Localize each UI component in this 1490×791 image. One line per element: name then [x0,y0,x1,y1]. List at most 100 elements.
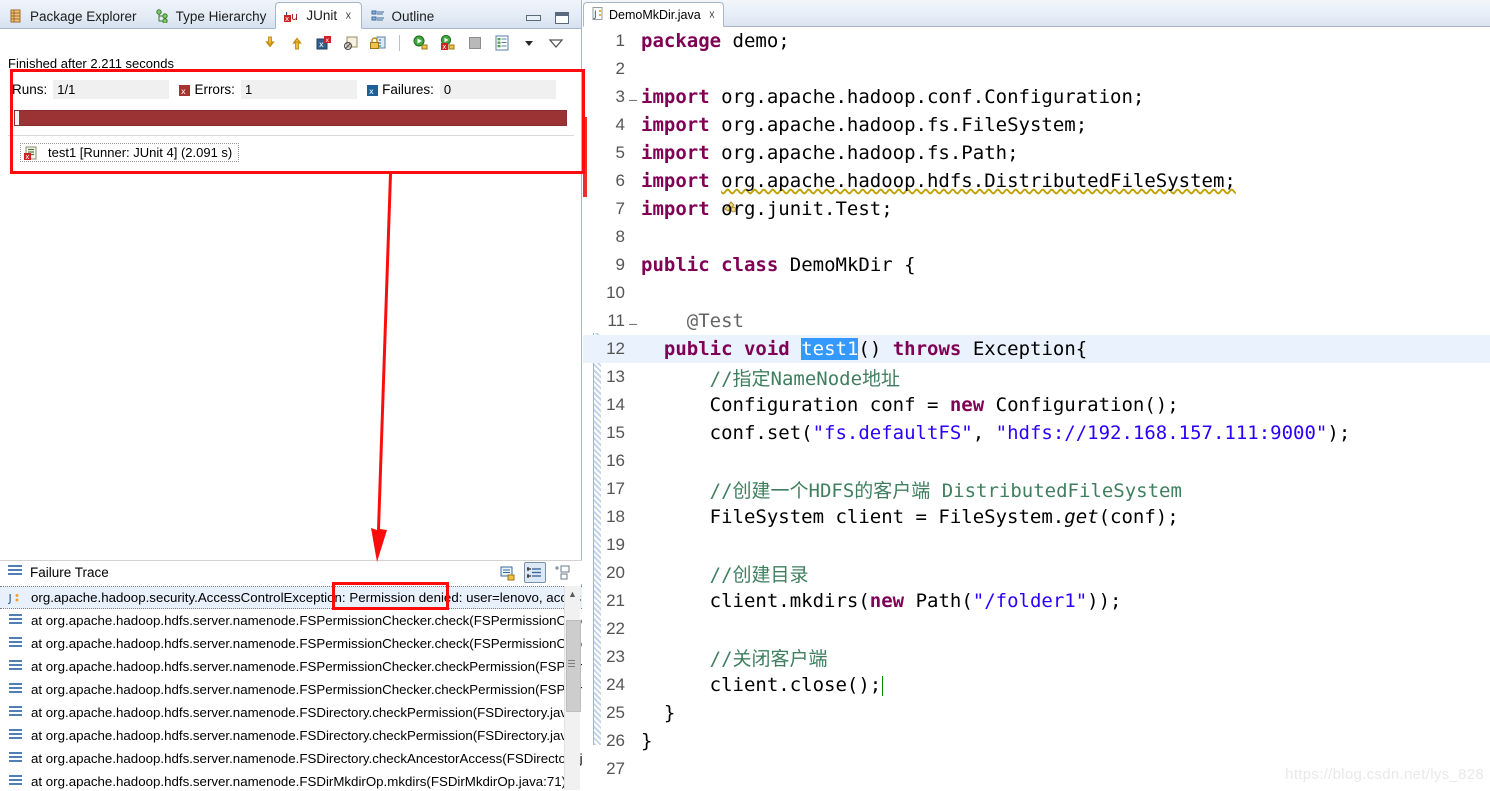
trace-row[interactable]: at org.apache.hadoop.hdfs.server.namenod… [0,609,582,632]
code-line[interactable]: 4 import org.apache.hadoop.fs.FileSystem; [583,111,1490,139]
code-line[interactable]: 3 ⚊ import org.apache.hadoop.conf.Configur… [583,83,1490,111]
svg-text:x: x [326,37,330,44]
test-tree-item-label: test1 [Runner: JUnit 4] (2.091 s) [48,145,233,160]
close-icon[interactable]: ☓ [345,9,351,23]
stack-frame-icon [8,659,24,675]
test-tree-item[interactable]: x test1 [Runner: JUnit 4] (2.091 s) [20,143,240,162]
view-tab-type-hierarchy[interactable]: Type Hierarchy [146,4,276,28]
trace-row[interactable]: at org.apache.hadoop.hdfs.server.namenod… [0,724,582,747]
code-line[interactable]: 8 [583,223,1490,251]
code-line[interactable]: 9 public class DemoMkDir { [583,251,1490,279]
test-run-history-icon[interactable] [493,34,511,52]
view-tab-package-explorer[interactable]: Package Explorer [0,4,146,28]
ignored-tests-icon[interactable] [342,34,360,52]
failure-trace-tools [498,562,582,583]
code-line[interactable]: 26} [583,727,1490,755]
rerun-failed-tests-icon[interactable]: x [439,34,457,52]
rerun-tests-icon[interactable] [412,34,430,52]
scroll-up-icon[interactable]: ▲ [565,586,580,601]
stack-frame-icon [8,613,24,629]
code-line[interactable]: 2 [583,55,1490,83]
selected-token[interactable]: test1 [801,338,859,360]
trace-row[interactable]: at org.apache.hadoop.hdfs.server.namenod… [0,632,582,655]
toolbar-separator [399,35,400,51]
code-line[interactable]: 11 ⚊ @Test [583,307,1490,335]
code-line[interactable]: 6 import org.apache.hadoop.hdfs.Distribut… [583,167,1490,213]
trace-row[interactable]: at org.apache.hadoop.hdfs.server.namenod… [0,678,582,701]
junit-icon: J u x [283,7,301,25]
junit-view-pane: Package Explorer Type Hierarchy J [0,0,582,790]
filter-stack-trace-icon[interactable] [524,562,546,583]
code-line[interactable]: 23 //关闭客户端 [583,643,1490,671]
trace-row-text: at org.apache.hadoop.hdfs.server.namenod… [31,728,579,743]
scrollbar-thumb[interactable] [566,620,581,712]
trace-row[interactable]: at org.apache.hadoop.hdfs.server.namenod… [0,747,582,770]
trace-row[interactable]: at org.apache.hadoop.hdfs.server.namenod… [0,701,582,724]
failure-trace-list[interactable]: J org.apache.hadoop.security.AccessContr… [0,586,582,790]
code-line[interactable]: 10 [583,279,1490,307]
trace-row-text: at org.apache.hadoop.hdfs.server.namenod… [31,774,567,789]
next-failure-icon[interactable] [261,34,279,52]
svg-text:x: x [369,87,374,96]
show-failures-only-icon[interactable]: x x [315,34,333,52]
code-line[interactable]: 15 conf.set("fs.defaultFS", "hdfs://192.… [583,419,1490,447]
scroll-lock-icon[interactable] [369,34,387,52]
junit-toolbar: x x x [0,29,581,57]
stack-frame-icon [8,705,24,721]
minimize-icon[interactable] [526,15,541,21]
view-tab-outline[interactable]: Outline [362,4,444,28]
view-tab-label: Type Hierarchy [175,8,267,24]
code-line[interactable]: 19 [583,531,1490,559]
failures-value: 0 [439,80,557,99]
trace-row-text: at org.apache.hadoop.hdfs.server.namenod… [31,705,579,720]
trace-row-text: at org.apache.hadoop.hdfs.server.namenod… [31,613,582,628]
code-editor[interactable]: 1 package demo; 2 3 ⚊ import org.apache.had… [583,27,1490,791]
code-lines: 1 package demo; 2 3 ⚊ import org.apache.had… [583,27,1490,791]
history-dropdown-icon[interactable] [520,34,538,52]
junit-counters: Runs: 1/1 x Errors: 1 x Failures: 0 [12,80,566,99]
code-line[interactable]: 13 //指定NameNode地址 [583,363,1490,391]
trace-row[interactable]: at org.apache.hadoop.hdfs.server.namenod… [0,655,582,678]
code-line[interactable]: 24 client.close(); [583,671,1490,699]
close-icon[interactable]: ☓ [709,8,715,22]
editor-tab-demomkdir[interactable]: J DemoMkDir.java ☓ [583,2,725,27]
code-line[interactable]: 16 [583,447,1490,475]
code-line[interactable]: 7 import org.junit.Test; [583,195,1490,223]
trace-row[interactable]: at org.apache.hadoop.hdfs.server.namenod… [0,770,582,790]
code-line[interactable]: 21 client.mkdirs(new Path("/folder1")); [583,587,1490,615]
watermark: https://blog.csdn.net/lys_828 [1285,766,1484,783]
compare-results-icon[interactable] [498,563,518,582]
failure-trace-header: Failure Trace [0,560,582,584]
code-line[interactable]: 1 package demo; [583,27,1490,55]
stack-frame-icon [8,636,24,652]
trace-scrollbar[interactable]: ▲ [564,586,581,790]
svg-text:J: J [8,592,12,605]
code-line[interactable]: 18 FileSystem client = FileSystem.get(co… [583,503,1490,531]
view-tab-junit[interactable]: J u x JUnit ☓ [275,2,362,29]
type-hierarchy-icon [153,7,171,25]
test-progress-bar [14,110,567,126]
code-line-highlighted[interactable]: 12 public void test1() throws Exception{ [583,335,1490,363]
maximize-trace-icon[interactable] [552,563,572,582]
svg-text:u: u [291,10,298,23]
test-error-icon: x [24,146,38,161]
code-line[interactable]: 5 import org.apache.hadoop.fs.Path; [583,139,1490,167]
outline-icon [369,7,387,25]
scrollbar-grip [568,660,575,661]
code-line[interactable]: 17 //创建一个HDFS的客户端 DistributedFileSystem [583,475,1490,503]
stop-icon[interactable] [466,34,484,52]
code-line[interactable]: 14 Configuration conf = new Configuratio… [583,391,1490,419]
trace-row-exception[interactable]: J org.apache.hadoop.security.AccessContr… [0,586,582,609]
package-explorer-icon [7,7,25,25]
trace-row-text: at org.apache.hadoop.hdfs.server.namenod… [31,636,582,651]
maximize-icon[interactable] [555,12,569,24]
svg-text:x: x [25,153,29,160]
previous-failure-icon[interactable] [288,34,306,52]
trace-row-text: at org.apache.hadoop.hdfs.server.namenod… [31,682,582,697]
junit-status-text: Finished after 2.211 seconds [8,56,174,71]
code-line[interactable]: 20 //创建目录 [583,559,1490,587]
code-line[interactable]: 25 } [583,699,1490,727]
svg-text:x: x [181,87,186,96]
code-line[interactable]: 22 [583,615,1490,643]
view-menu-icon[interactable] [547,34,565,52]
